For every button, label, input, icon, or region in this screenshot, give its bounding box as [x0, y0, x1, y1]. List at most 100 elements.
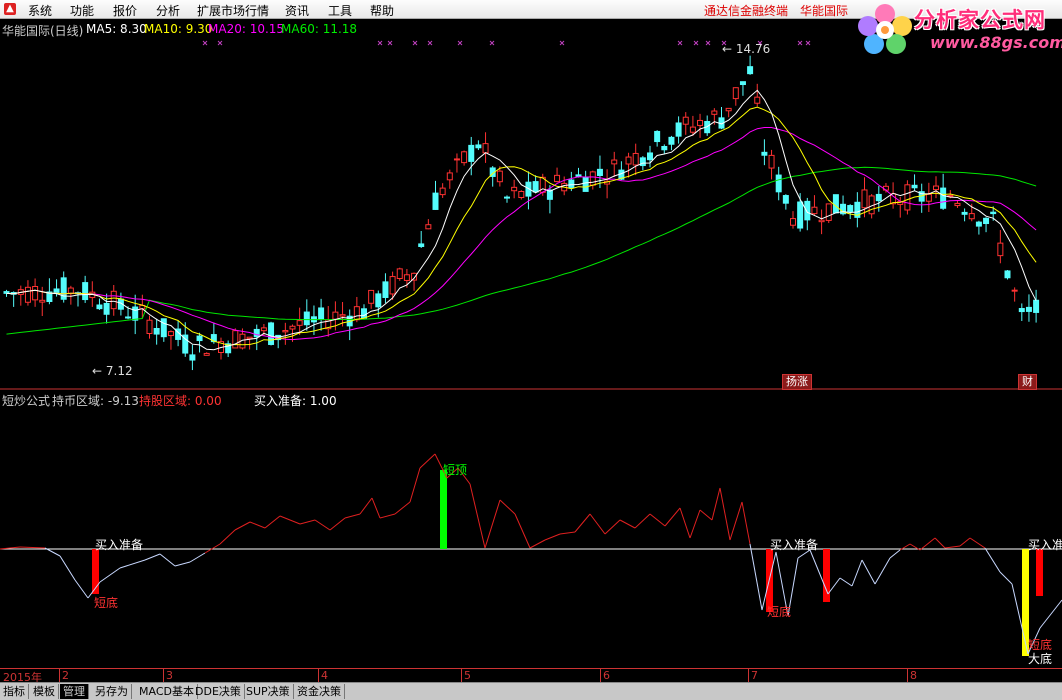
- tab-template[interactable]: 模板: [30, 684, 59, 699]
- ma60-legend: MA60: 11.18: [281, 22, 358, 36]
- candle-body: [67, 287, 74, 295]
- candle-body: [289, 325, 296, 330]
- candle-body: [32, 285, 39, 301]
- app-logo-icon[interactable]: ▲: [4, 3, 16, 15]
- candle-body: [933, 185, 939, 191]
- signal-bar: [823, 549, 830, 602]
- tab-indicator[interactable]: 指标: [0, 684, 29, 699]
- candle-body: [246, 336, 253, 340]
- signal-x-mark: [559, 40, 565, 46]
- stock-title: 华能国际(日线): [2, 24, 84, 38]
- stock-name-top: 华能国际: [800, 4, 849, 18]
- candle-body: [904, 184, 911, 211]
- indicator-segment: [999, 571, 1013, 585]
- annot-buy-ready-2: 买入准备: [770, 538, 819, 552]
- tab-manage[interactable]: 管理: [60, 684, 89, 699]
- terminal-name: 通达信金融终端: [704, 4, 789, 18]
- candle-body: [554, 174, 561, 183]
- indicator-segment: [299, 519, 316, 525]
- ma20-legend: MA20: 10.15: [208, 22, 285, 36]
- menu-news[interactable]: 资讯: [285, 2, 309, 19]
- menu-analysis[interactable]: 分析: [156, 2, 180, 19]
- candle-body: [689, 126, 696, 133]
- candle-body: [504, 196, 510, 199]
- indicator-segment: [159, 553, 176, 567]
- event-badge-surge[interactable]: 扬涨: [782, 374, 812, 390]
- top-marks: [202, 40, 811, 46]
- menu-quote[interactable]: 报价: [113, 2, 137, 19]
- annot-short-bottom-2: 短底: [767, 605, 792, 619]
- menu-extended-market[interactable]: 扩展市场行情: [197, 2, 269, 19]
- time-axis: 2015年 2 3 4 5 6 7 8: [0, 668, 1062, 684]
- candle-body: [403, 274, 410, 281]
- ma20-line: [6, 127, 1037, 341]
- candle-body: [875, 193, 882, 202]
- indicator-segment: [279, 515, 301, 525]
- candle-body: [1033, 299, 1040, 313]
- signal-x-mark: [377, 40, 383, 46]
- candle-body: [361, 308, 367, 319]
- candle-body: [368, 289, 375, 304]
- candle-body: [668, 136, 675, 145]
- candle-body: [39, 299, 46, 303]
- low-price-label: ← 7.12: [92, 364, 133, 378]
- candle-body: [983, 217, 990, 225]
- ma10-legend: MA10: 9.30: [144, 22, 213, 36]
- candle-body: [632, 152, 639, 166]
- indicator-name[interactable]: 短炒公式: [2, 392, 50, 409]
- candle-body: [961, 211, 968, 215]
- candle-body: [318, 307, 325, 320]
- candle-body: [625, 156, 632, 165]
- candle-body: [725, 107, 732, 112]
- indicator-segment: [99, 567, 121, 583]
- tab-save-as[interactable]: 另存为: [92, 684, 132, 699]
- candle-body: [232, 330, 239, 349]
- indicator-segment: [589, 513, 606, 535]
- menu-help[interactable]: 帮助: [370, 2, 394, 19]
- candle-body: [382, 281, 389, 298]
- candle-body: [596, 168, 603, 176]
- candle-body: [475, 144, 482, 149]
- tab-sup[interactable]: SUP决策: [243, 684, 294, 699]
- candle-body: [339, 314, 346, 317]
- candle-body: [24, 286, 31, 303]
- indicator-chart[interactable]: [0, 390, 1062, 668]
- axis-month-3: 3: [166, 669, 173, 682]
- candle-body: [754, 96, 761, 104]
- candle-body: [954, 202, 961, 207]
- signal-x-mark: [457, 40, 463, 46]
- candle-body: [425, 224, 432, 230]
- indicator-segment: [711, 487, 721, 521]
- bottom-tab-bar: 指标 模板 管理 另存为 MACD基本 DDE决策 SUP决策 资金决策: [0, 682, 1062, 700]
- indicator-segment: [174, 561, 191, 567]
- indicator-segment: [409, 467, 421, 503]
- candle-body: [496, 170, 503, 183]
- indicator-segment: [189, 552, 206, 563]
- candle-body: [260, 327, 267, 332]
- annot-buy-ready-3: 买入准: [1028, 538, 1062, 552]
- candle-body: [446, 172, 453, 181]
- candlestick-chart[interactable]: [0, 19, 1062, 390]
- indicator-segment: [74, 579, 89, 599]
- indicator-segment: [119, 559, 146, 569]
- axis-month-7: 7: [751, 669, 758, 682]
- candle-body: [1025, 306, 1032, 312]
- indicator-segment: [559, 531, 576, 535]
- menu-function[interactable]: 功能: [70, 2, 94, 19]
- tab-capital[interactable]: 资金决策: [294, 684, 345, 699]
- buy-ready-value: 买入准备: 1.00: [254, 394, 337, 408]
- tab-macd[interactable]: MACD基本: [136, 684, 198, 699]
- candle-body: [732, 87, 739, 100]
- candle-body: [518, 190, 525, 198]
- menu-system[interactable]: 系统: [28, 2, 52, 19]
- signal-x-mark: [705, 40, 711, 46]
- candle-body: [611, 159, 618, 165]
- menu-tools[interactable]: 工具: [328, 2, 352, 19]
- event-badge-finance[interactable]: 财: [1018, 374, 1037, 390]
- candle-body: [282, 330, 289, 333]
- candle-body: [482, 143, 489, 154]
- candle-body: [968, 213, 975, 220]
- axis-tick: [748, 669, 749, 683]
- tab-dde[interactable]: DDE决策: [192, 684, 245, 699]
- candle-body: [832, 194, 839, 214]
